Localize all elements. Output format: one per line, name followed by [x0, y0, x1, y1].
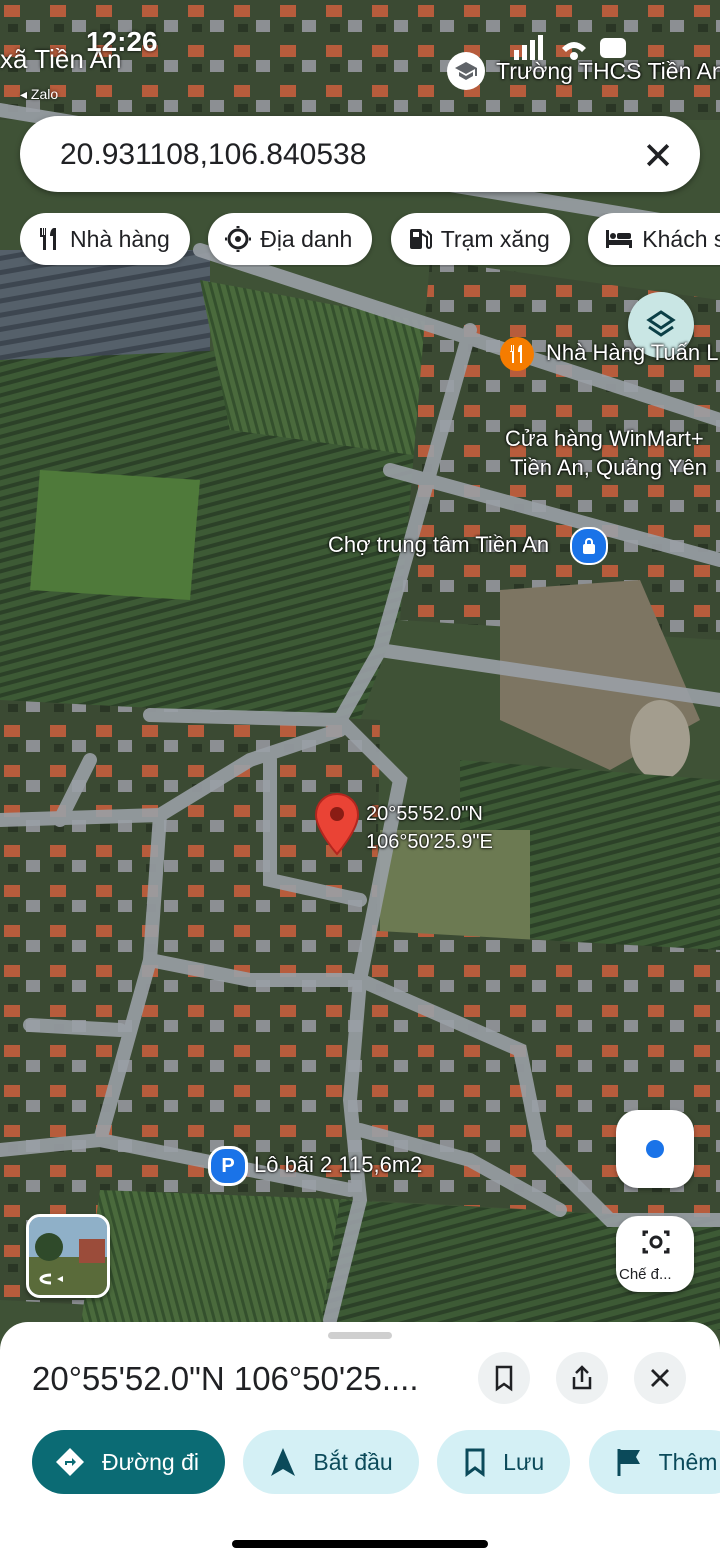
my-location-icon [644, 1138, 666, 1160]
add-label: Thêm [658, 1448, 718, 1475]
chip-label: Khách sạn [642, 225, 720, 252]
map-label-store-line1[interactable]: Cửa hàng WinMart+ [505, 426, 704, 452]
chip-hotels[interactable]: Khách sạn [588, 213, 720, 265]
bookmark-outline-icon [495, 1365, 513, 1392]
restaurant-icon[interactable] [500, 337, 534, 371]
directions-button[interactable]: Đường đi [32, 1430, 225, 1494]
parking-icon[interactable]: P [208, 1146, 248, 1186]
my-location-button[interactable] [616, 1110, 694, 1188]
layers-icon [646, 310, 676, 337]
camera-icon [642, 1230, 670, 1254]
back-app-name-text: Zalo [30, 86, 59, 102]
directions-label: Đường đi [102, 1448, 199, 1475]
save-label: Lưu [503, 1448, 545, 1475]
chip-label: Nhà hàng [70, 225, 170, 252]
pin-lat: 20°55'52.0"N [366, 803, 483, 825]
bookmark-icon [465, 1448, 485, 1477]
close-icon [651, 1369, 669, 1387]
search-query[interactable]: 20.931108,106.840538 [60, 138, 366, 172]
share-button[interactable] [556, 1352, 608, 1404]
map-label-store-line2[interactable]: Tiền An, Quảng Yên [510, 455, 707, 481]
map-label-school[interactable]: Trường THCS Tiền An [496, 58, 720, 85]
search-bar[interactable]: 20.931108,106.840538 ✕ [20, 116, 700, 192]
close-sheet-button[interactable] [634, 1352, 686, 1404]
camera-mode-label: Chế đ... [619, 1266, 672, 1283]
market-icon[interactable] [570, 527, 608, 565]
start-button[interactable]: Bắt đầu [243, 1430, 419, 1494]
street-view-image [29, 1217, 107, 1295]
share-icon [572, 1365, 592, 1390]
flag-icon [617, 1449, 640, 1476]
map-label-restaurant[interactable]: Nhà Hàng Tuấn L [546, 340, 718, 366]
chip-label: Địa danh [260, 225, 353, 252]
action-buttons-row: Đường đi Bắt đầu Lưu Thêm [32, 1430, 720, 1496]
school-icon[interactable] [447, 52, 485, 90]
street-view-thumbnail[interactable] [26, 1214, 110, 1298]
start-label: Bắt đầu [313, 1448, 393, 1475]
save-bookmark-button[interactable] [478, 1352, 530, 1404]
back-app-name[interactable]: ◂ Zalo [20, 86, 58, 103]
pin-lng: 106°50'25.9"E [366, 831, 493, 853]
map-label-market[interactable]: Chợ trung tâm Tiền An [328, 532, 549, 558]
place-bottom-sheet[interactable]: 20°55'52.0"N 106°50'25.... Đường đi Bắt … [0, 1322, 720, 1564]
fork-knife-icon [40, 228, 56, 250]
place-title: 20°55'52.0"N 106°50'25.... [32, 1360, 419, 1397]
home-indicator[interactable] [232, 1540, 488, 1548]
pin-coordinates-label: 20°55'52.0"N 106°50'25.9"E [366, 800, 493, 856]
sheet-drag-handle[interactable] [328, 1332, 392, 1339]
gas-pump-icon [409, 229, 432, 249]
chip-gas-stations[interactable]: Trạm xăng [390, 213, 570, 265]
chip-label: Trạm xăng [440, 225, 550, 252]
navigation-arrow-icon [271, 1448, 296, 1476]
save-button[interactable]: Lưu [437, 1430, 571, 1494]
directions-icon [56, 1448, 84, 1476]
status-time: 12:26 [86, 26, 158, 57]
category-chips: Nhà hàng Địa danh Trạm xăng Khách sạn [20, 213, 720, 267]
chip-landmarks[interactable]: Địa danh [208, 213, 373, 265]
chip-restaurants[interactable]: Nhà hàng [20, 213, 190, 265]
map-label-parking[interactable]: Lô bãi 2 115,6m2 [254, 1152, 422, 1178]
camera-mode-button[interactable]: Chế đ... [616, 1216, 694, 1292]
landmark-icon [225, 226, 252, 252]
bed-icon [606, 230, 633, 248]
location-pin-icon[interactable] [314, 792, 360, 856]
add-button[interactable]: Thêm [588, 1430, 720, 1494]
clear-search-icon[interactable]: ✕ [642, 134, 674, 179]
